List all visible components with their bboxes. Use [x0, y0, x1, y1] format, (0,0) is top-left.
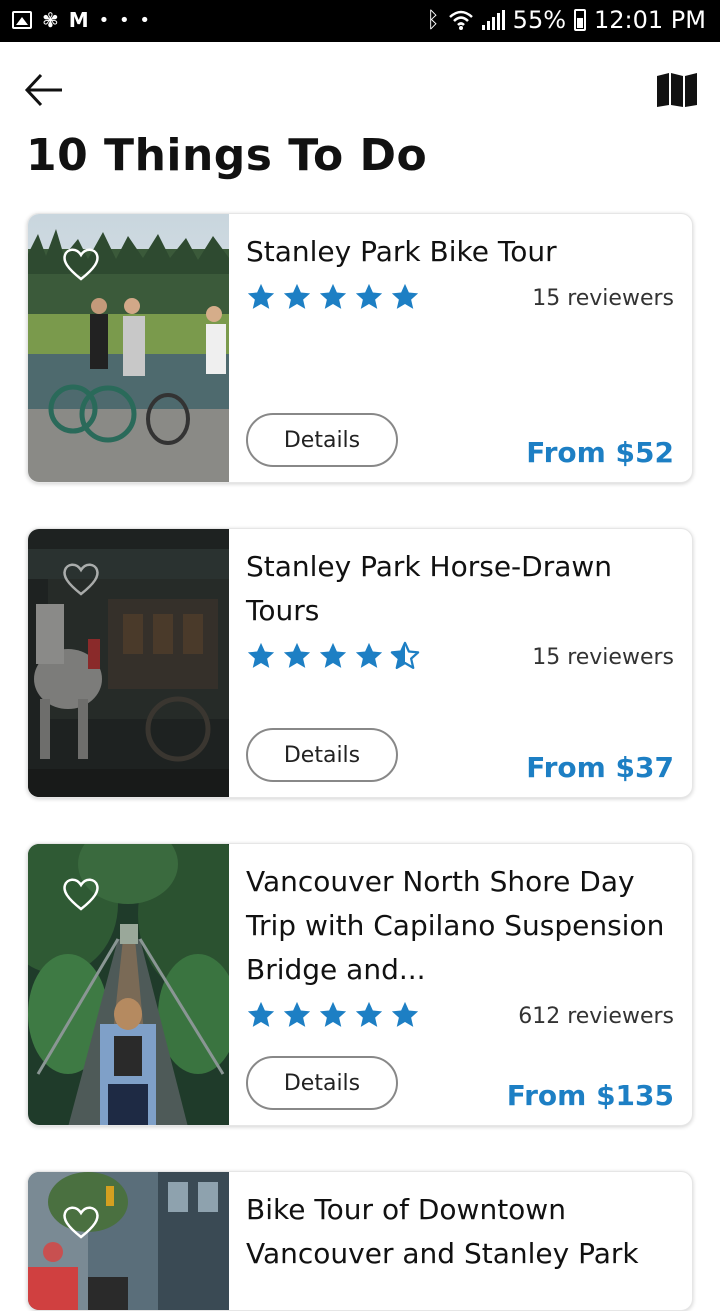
activity-title[interactable]: Vancouver North Shore Day Trip with Capi…: [246, 860, 676, 992]
price-label: From $52: [526, 436, 674, 469]
battery-percent: 55%: [512, 6, 567, 34]
activity-title[interactable]: Bike Tour of Downtown Vancouver and Stan…: [246, 1188, 676, 1276]
activity-card[interactable]: Stanley Park Horse-Drawn Tours 15 review…: [27, 528, 693, 798]
star-icon: [247, 1001, 275, 1027]
details-button[interactable]: Details: [246, 728, 398, 782]
star-icon: [319, 283, 347, 309]
activity-image: [28, 529, 229, 797]
page-title: 10 Things To Do: [26, 130, 428, 181]
heart-icon[interactable]: [61, 559, 101, 599]
details-button[interactable]: Details: [246, 1056, 398, 1110]
star-rating: [246, 282, 420, 312]
map-icon[interactable]: [656, 72, 698, 108]
star-icon: [283, 642, 311, 668]
star-icon: [391, 1001, 419, 1027]
activity-card[interactable]: Bike Tour of Downtown Vancouver and Stan…: [27, 1171, 693, 1311]
star-icon: [283, 1001, 311, 1027]
review-count: 15 reviewers: [532, 286, 674, 311]
review-count: 612 reviewers: [518, 1004, 674, 1029]
battery-icon: [574, 9, 587, 31]
star-icon: [391, 283, 419, 309]
details-button[interactable]: Details: [246, 413, 398, 467]
clock: 12:01 PM: [594, 6, 706, 34]
activity-image: [28, 1172, 229, 1310]
wifi-icon: [448, 10, 473, 30]
star-icon: [247, 642, 275, 668]
fan-notification-icon: ✾: [42, 8, 59, 32]
status-right: ᛒ 55% 12:01 PM: [426, 6, 706, 34]
activity-card[interactable]: Vancouver North Shore Day Trip with Capi…: [27, 843, 693, 1126]
activity-title[interactable]: Stanley Park Horse-Drawn Tours: [246, 545, 676, 633]
star-icon: [283, 283, 311, 309]
star-rating: [246, 641, 420, 671]
activity-title[interactable]: Stanley Park Bike Tour: [246, 230, 676, 274]
image-notification-icon: [12, 11, 32, 29]
heart-icon[interactable]: [61, 244, 101, 284]
activity-image: [28, 844, 229, 1125]
heart-icon[interactable]: [61, 874, 101, 914]
more-notifications-icon: • • •: [98, 9, 152, 31]
price-label: From $135: [506, 1079, 674, 1112]
signal-icon: [481, 10, 505, 30]
star-icon: [355, 283, 383, 309]
arrow-left-icon[interactable]: [24, 70, 64, 110]
star-icon: [319, 1001, 347, 1027]
review-count: 15 reviewers: [532, 645, 674, 670]
activity-image: [28, 214, 229, 482]
star-icon: [319, 642, 347, 668]
star-half-icon: [390, 641, 420, 669]
heart-icon[interactable]: [61, 1202, 101, 1242]
star-icon: [247, 283, 275, 309]
gmail-notification-icon: M: [68, 8, 89, 32]
status-bar: ✾ M • • • ᛒ 55% 12:01 PM: [0, 0, 720, 42]
star-icon: [355, 1001, 383, 1027]
price-label: From $37: [526, 751, 674, 784]
bluetooth-icon: ᛒ: [426, 7, 440, 33]
status-left: ✾ M • • •: [12, 8, 152, 32]
star-rating: [246, 1000, 420, 1030]
star-icon: [355, 642, 383, 668]
activity-card[interactable]: Stanley Park Bike Tour 15 reviewers Deta…: [27, 213, 693, 483]
